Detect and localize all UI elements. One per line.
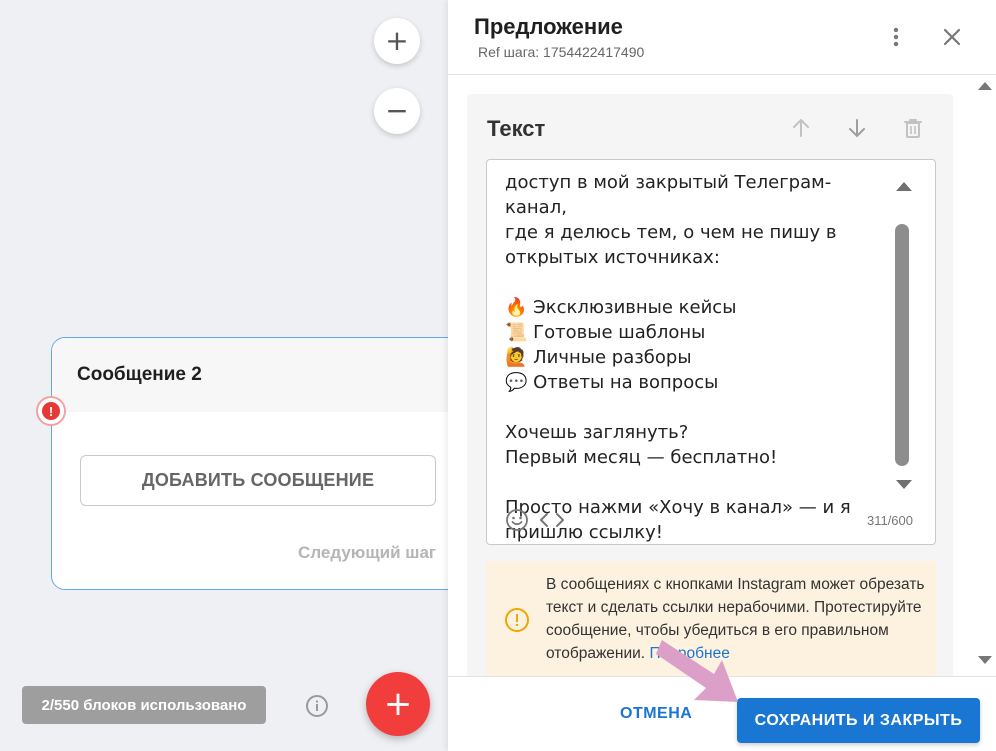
panel-header: Предложение Ref шага: 1754422417490 <box>448 0 996 75</box>
zoom-in-button[interactable]: + <box>374 18 420 64</box>
more-vert-icon[interactable] <box>888 26 904 48</box>
textarea-scroll-down-icon[interactable] <box>896 480 912 489</box>
node-error-icon[interactable]: ! <box>36 396 66 426</box>
emoji-icon[interactable] <box>505 508 529 532</box>
text-block-card: Текст доступ в мой закрытый Телеграм-кан… <box>467 94 953 676</box>
delete-icon[interactable] <box>901 116 925 140</box>
error-glyph: ! <box>42 402 60 420</box>
move-down-icon[interactable] <box>845 116 869 140</box>
move-up-icon[interactable] <box>789 116 813 140</box>
card-title: Текст <box>487 116 546 141</box>
blocks-usage-badge: 2/550 блоков использовано <box>22 686 266 724</box>
panel-body[interactable]: Текст доступ в мой закрытый Телеграм-кан… <box>448 75 996 676</box>
message-text[interactable]: доступ в мой закрытый Телеграм-канал, гд… <box>505 170 885 544</box>
textarea-scroll-up-icon[interactable] <box>896 182 912 191</box>
textarea-scrollbar[interactable] <box>895 224 909 466</box>
panel-scroll-up-icon[interactable] <box>978 80 992 90</box>
info-icon[interactable] <box>305 694 329 718</box>
panel-scroll-down-icon[interactable] <box>978 656 992 666</box>
step-ref: Ref шага: 1754422417490 <box>478 44 645 60</box>
add-block-fab[interactable]: + <box>366 672 430 736</box>
flow-canvas[interactable]: + − Сообщение 2 ДОБАВИТЬ СООБЩЕНИЕ Следу… <box>0 0 471 751</box>
panel-footer: ОТМЕНА СОХРАНИТЬ И ЗАКРЫТЬ <box>448 676 996 751</box>
message-textarea[interactable]: доступ в мой закрытый Телеграм-канал, гд… <box>486 159 936 545</box>
card-actions <box>789 116 925 140</box>
warning-info-icon <box>505 608 529 632</box>
flow-node-message[interactable]: Сообщение 2 ДОБАВИТЬ СООБЩЕНИЕ Следующий… <box>51 337 471 590</box>
char-counter: 311/600 <box>866 513 913 528</box>
panel-title: Предложение <box>474 14 623 39</box>
learn-more-link[interactable]: Подробнее <box>649 645 729 662</box>
step-editor-panel: Предложение Ref шага: 1754422417490 Текс… <box>448 0 996 751</box>
next-step-label: Следующий шаг <box>298 543 436 562</box>
close-icon[interactable] <box>940 25 964 49</box>
save-and-close-button[interactable]: СОХРАНИТЬ И ЗАКРЫТЬ <box>737 698 980 743</box>
warning-text: В сообщениях с кнопками Instagram может … <box>546 576 925 662</box>
add-message-button[interactable]: ДОБАВИТЬ СООБЩЕНИЕ <box>80 455 436 506</box>
node-title: Сообщение 2 <box>52 338 470 412</box>
code-icon[interactable] <box>539 511 565 529</box>
zoom-out-button[interactable]: − <box>374 88 420 134</box>
instagram-warning: В сообщениях с кнопками Instagram может … <box>486 561 936 676</box>
cancel-button[interactable]: ОТМЕНА <box>620 705 692 723</box>
